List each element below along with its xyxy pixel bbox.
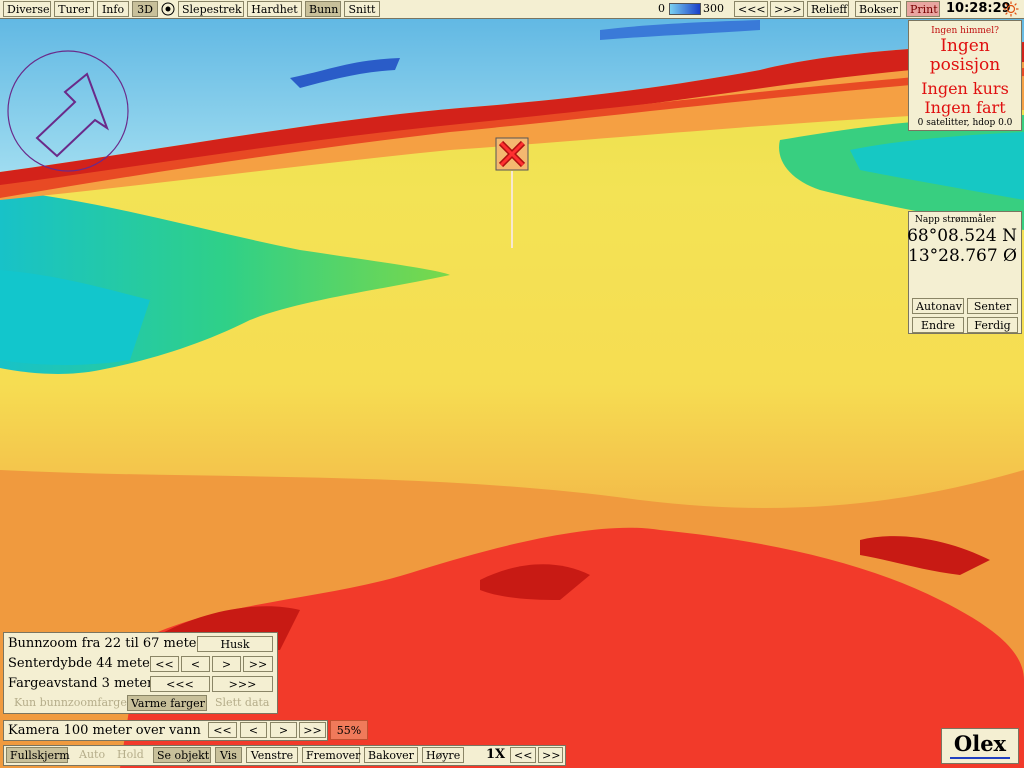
camera-down[interactable]: <: [240, 722, 267, 738]
menu-info[interactable]: Info: [97, 1, 129, 17]
speed-indicator: 1X: [486, 747, 506, 762]
hold-button[interactable]: Hold: [117, 748, 144, 761]
position-marker[interactable]: [495, 137, 529, 171]
brand-underline: [950, 757, 1010, 759]
target-icon[interactable]: [161, 2, 175, 16]
see-object-button[interactable]: Se objekt: [153, 747, 211, 763]
compass[interactable]: [7, 50, 129, 172]
autonav-button[interactable]: Autonav: [912, 298, 964, 314]
only-zoom-colors[interactable]: Kun bunnzoomfarger: [14, 696, 132, 709]
show-button[interactable]: Vis: [215, 747, 242, 763]
menu-hardhet[interactable]: Hardhet: [247, 1, 302, 17]
center-depth-fast-back[interactable]: <<: [150, 656, 179, 672]
nav-next-button[interactable]: >>>: [770, 1, 804, 17]
center-depth-label: Senterdybde 44 meter: [8, 656, 157, 671]
camera-percent: 55%: [330, 720, 368, 740]
menu-turer[interactable]: Turer: [54, 1, 94, 17]
speed-down-button[interactable]: <<: [510, 747, 536, 763]
gps-status-panel: Ingen himmel? Ingen posisjon Ingen kurs …: [908, 20, 1022, 131]
longitude: 13°28.767 Ø: [908, 246, 1017, 266]
latitude: 68°08.524 N: [907, 226, 1017, 246]
position-panel: Napp strømmåler 68°08.524 N 13°28.767 Ø: [907, 211, 1022, 334]
warm-colors-button[interactable]: Varme farger: [127, 695, 207, 711]
right-button[interactable]: Høyre: [422, 747, 464, 763]
ferdig-button[interactable]: Ferdig: [967, 317, 1018, 333]
backward-button[interactable]: Bakover: [364, 747, 418, 763]
olex-logo[interactable]: Olex: [941, 728, 1019, 764]
camera-up[interactable]: >: [270, 722, 297, 738]
senter-button[interactable]: Senter: [967, 298, 1018, 314]
center-depth-forward[interactable]: >: [212, 656, 241, 672]
heading-arrow-icon: [35, 72, 110, 158]
depth-scale-bar: [669, 3, 701, 15]
color-distance-label: Fargeavstand 3 meter: [8, 676, 154, 691]
auto-button[interactable]: Auto: [79, 748, 105, 761]
camera-fast-down[interactable]: <<: [208, 722, 237, 738]
boxes-button[interactable]: Bokser: [855, 1, 901, 17]
menu-bunn[interactable]: Bunn: [305, 1, 341, 17]
menu-3d[interactable]: 3D: [132, 1, 158, 17]
endre-button[interactable]: Endre: [912, 317, 964, 333]
depth-scale-max: 300: [703, 2, 724, 15]
gps-no-position: Ingen posisjon: [929, 36, 1001, 75]
husk-button[interactable]: Husk: [197, 636, 273, 652]
gps-satellites: 0 satelitter, hdop 0.0: [917, 118, 1013, 128]
position-title: Napp strømmåler: [915, 215, 996, 225]
depth-scale-min: 0: [658, 2, 665, 15]
nav-prev-button[interactable]: <<<: [734, 1, 768, 17]
brand-name: Olex: [953, 731, 1007, 756]
menu-slepestrek[interactable]: Slepestrek: [178, 1, 244, 17]
gps-no-course: Ingen kurs: [921, 79, 1009, 98]
gps-no-speed: Ingen fart: [924, 98, 1006, 117]
gps-note: Ingen himmel?: [931, 26, 999, 36]
color-distance-up[interactable]: >>>: [212, 676, 273, 692]
clock: 10:28:29: [946, 1, 1011, 16]
fullscreen-button[interactable]: Fullskjerm: [6, 747, 70, 763]
print-button[interactable]: Print: [906, 1, 940, 17]
forward-button[interactable]: Fremover: [302, 747, 360, 763]
speed-up-button[interactable]: >>: [538, 747, 563, 763]
color-distance-down[interactable]: <<<: [150, 676, 210, 692]
camera-fast-up[interactable]: >>: [299, 722, 326, 738]
delete-data[interactable]: Slett data: [215, 696, 269, 709]
marker-pole: [511, 171, 513, 248]
center-depth-fast-forward[interactable]: >>: [243, 656, 273, 672]
sun-icon[interactable]: [1003, 1, 1019, 17]
menu-diverse[interactable]: Diverse: [3, 1, 51, 17]
left-button[interactable]: Venstre: [246, 747, 298, 763]
center-depth-back[interactable]: <: [181, 656, 210, 672]
camera-label: Kamera 100 meter over vann: [8, 723, 201, 738]
relief-button[interactable]: Relieff: [807, 1, 849, 17]
menu-snitt[interactable]: Snitt: [344, 1, 380, 17]
bottom-zoom-label: Bunnzoom fra 22 til 67 meter: [8, 636, 203, 651]
